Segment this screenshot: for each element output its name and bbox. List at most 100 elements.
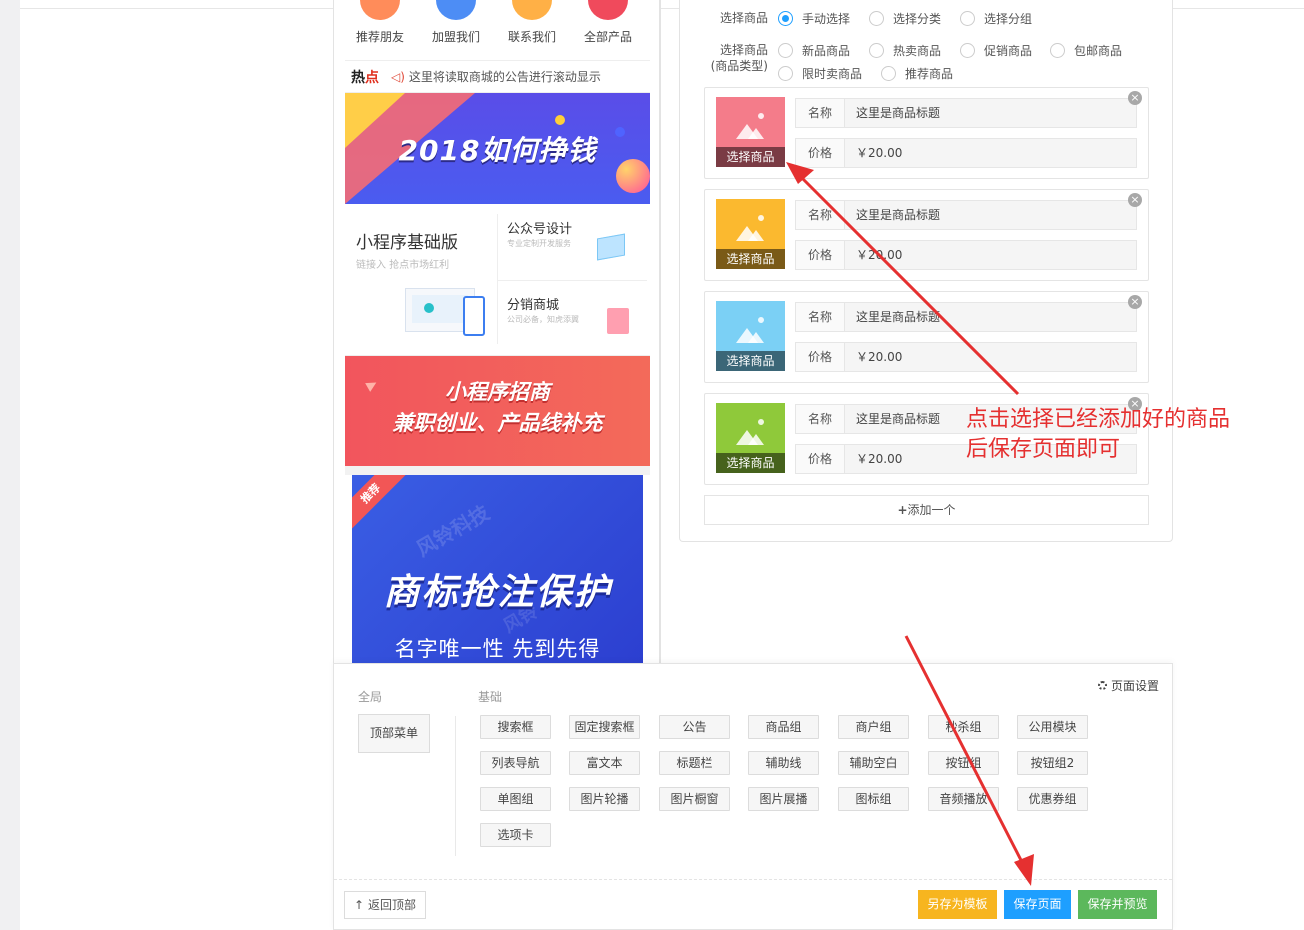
product-image-picker[interactable]: 选择商品 (716, 199, 785, 269)
component-title-bar[interactable]: 标题栏 (659, 751, 730, 775)
product-card: 选择商品 名称 这里是商品标题 价格 ￥20.00 × (704, 189, 1149, 281)
radio-promo-products[interactable]: 促销商品 (960, 42, 1032, 59)
product-image-picker[interactable]: 选择商品 (716, 97, 785, 167)
phone-illustration (463, 296, 485, 336)
watermark: 风铃科技 (412, 500, 494, 562)
page-settings-link[interactable]: 页面设置 (1097, 677, 1159, 694)
save-as-template-button[interactable]: 另存为模板 (918, 890, 997, 919)
product-type-label-line2: (商品类型) (710, 59, 768, 73)
product-image-picker[interactable]: 选择商品 (716, 301, 785, 371)
radio-by-group[interactable]: 选择分组 (960, 10, 1032, 27)
nav-item-label: 全部产品 (583, 30, 632, 44)
radio-manual[interactable]: 手动选择 (778, 10, 850, 27)
component-merchant-group[interactable]: 商户组 (838, 715, 909, 739)
hot-tag: 热点 (351, 67, 379, 87)
divider (455, 716, 456, 856)
radio-flash-sale[interactable]: 限时卖商品 (778, 65, 862, 82)
product-type-label: 选择商品 (商品类型) (708, 42, 768, 74)
add-one-button[interactable]: +添加一个 (704, 495, 1149, 525)
back-to-top-button[interactable]: ↑ 返回顶部 (344, 891, 426, 919)
radio-recommended[interactable]: 推荐商品 (881, 65, 953, 82)
product-price-field[interactable]: 价格 ￥20.00 (795, 240, 1137, 270)
product-price-field[interactable]: 价格 ￥20.00 (795, 342, 1137, 372)
product-name-field[interactable]: 名称 这里是商品标题 (795, 200, 1137, 230)
component-search-box[interactable]: 搜索框 (480, 715, 551, 739)
component-flash-sale-group[interactable]: 秒杀组 (928, 715, 999, 739)
notice-bar[interactable]: 热点 ◁) 这里将读取商城的公告进行滚动显示 (345, 61, 650, 93)
component-single-image[interactable]: 单图组 (480, 787, 551, 811)
close-icon[interactable]: × (1128, 91, 1142, 105)
banner-trademark[interactable]: 推荐 风铃科技 风铃 商标抢注保护 名字唯一性 先到先得 (352, 475, 643, 663)
select-product-button[interactable]: 选择商品 (716, 249, 785, 269)
component-guide-line[interactable]: 辅助线 (748, 751, 819, 775)
promo-item2-title[interactable]: 分销商城 (507, 294, 559, 313)
divider (334, 879, 1172, 880)
select-mode-label: 选择商品 (719, 11, 768, 25)
nav-item-all-products[interactable]: 全部产品 (573, 0, 643, 45)
recommend-icon (360, 0, 400, 20)
radio-label: 推荐商品 (905, 67, 954, 81)
component-image-window[interactable]: 图片橱窗 (659, 787, 730, 811)
annotation-text: 点击选择已经添加好的商品 后保存页面即可 (966, 405, 1230, 465)
field-label: 名称 (796, 405, 845, 433)
radio-hot-products[interactable]: 热卖商品 (869, 42, 941, 59)
speaker-icon: ◁) (391, 69, 405, 84)
phone-preview[interactable]: 推荐朋友 加盟我们 联系我们 全部产品 热点 ◁) 这里将读取商城的公告进行滚动… (333, 0, 660, 663)
radio-icon (778, 43, 793, 58)
nav-item-join[interactable]: 加盟我们 (421, 0, 491, 45)
radio-label: 热卖商品 (893, 44, 942, 58)
nav-item-label: 推荐朋友 (355, 30, 404, 44)
banner-earn-money[interactable]: 2018如何挣钱 (345, 93, 650, 204)
nav-item-recommend[interactable]: 推荐朋友 (345, 0, 415, 45)
component-product-group[interactable]: 商品组 (748, 715, 819, 739)
image-placeholder-icon (736, 221, 766, 241)
product-name: 这里是商品标题 (856, 106, 941, 120)
product-name-field[interactable]: 名称 这里是商品标题 (795, 302, 1137, 332)
join-icon (436, 0, 476, 20)
save-page-button[interactable]: 保存页面 (1004, 890, 1071, 919)
select-product-button[interactable]: 选择商品 (716, 147, 785, 167)
banner-recruit[interactable]: 小程序招商 兼职创业、产品线补充 (345, 356, 650, 466)
divider (497, 280, 647, 281)
component-list-nav[interactable]: 列表导航 (480, 751, 551, 775)
component-spacer[interactable]: 辅助空白 (838, 751, 909, 775)
component-icon-group[interactable]: 图标组 (838, 787, 909, 811)
radio-new-products[interactable]: 新品商品 (778, 42, 850, 59)
component-public-module[interactable]: 公用模块 (1017, 715, 1088, 739)
component-rich-text[interactable]: 富文本 (569, 751, 640, 775)
radio-by-category[interactable]: 选择分类 (869, 10, 941, 27)
product-name-field[interactable]: 名称 这里是商品标题 (795, 98, 1137, 128)
top-menu-button[interactable]: 顶部菜单 (358, 714, 430, 753)
image-placeholder-sun (758, 419, 764, 425)
component-image-carousel[interactable]: 图片轮播 (569, 787, 640, 811)
close-icon[interactable]: × (1128, 193, 1142, 207)
divider (660, 0, 661, 663)
cube-illustration (597, 233, 625, 261)
component-button-group[interactable]: 按钮组 (928, 751, 999, 775)
component-notice[interactable]: 公告 (659, 715, 730, 739)
component-coupon-group[interactable]: 优惠券组 (1017, 787, 1088, 811)
recommend-ribbon: 推荐 (352, 475, 411, 534)
nav-item-contact[interactable]: 联系我们 (497, 0, 567, 45)
coin-decoration (555, 115, 565, 125)
component-button-group-2[interactable]: 按钮组2 (1017, 751, 1088, 775)
component-audio-player[interactable]: 音频播放 (928, 787, 999, 811)
close-icon[interactable]: × (1128, 295, 1142, 309)
banner-title: 2018如何挣钱 (398, 134, 597, 167)
component-image-showcase[interactable]: 图片展播 (748, 787, 819, 811)
promo-item1-title[interactable]: 公众号设计 (507, 218, 572, 237)
promo-big-title[interactable]: 小程序基础版 (356, 228, 458, 253)
radio-free-shipping[interactable]: 包邮商品 (1050, 42, 1122, 59)
product-price-field[interactable]: 价格 ￥20.00 (795, 138, 1137, 168)
hot-tag-black: 热 (351, 69, 365, 86)
spacer (345, 466, 650, 475)
product-image-picker[interactable]: 选择商品 (716, 403, 785, 473)
field-label: 价格 (796, 139, 845, 167)
select-product-button[interactable]: 选择商品 (716, 351, 785, 371)
save-and-preview-button[interactable]: 保存并预览 (1078, 890, 1157, 919)
component-fixed-search[interactable]: 固定搜索框 (569, 715, 640, 739)
select-product-button[interactable]: 选择商品 (716, 453, 785, 473)
product-price: ￥20.00 (856, 146, 903, 160)
arrow-up-icon: ↑ (354, 898, 365, 912)
component-tabs[interactable]: 选项卡 (480, 823, 551, 847)
